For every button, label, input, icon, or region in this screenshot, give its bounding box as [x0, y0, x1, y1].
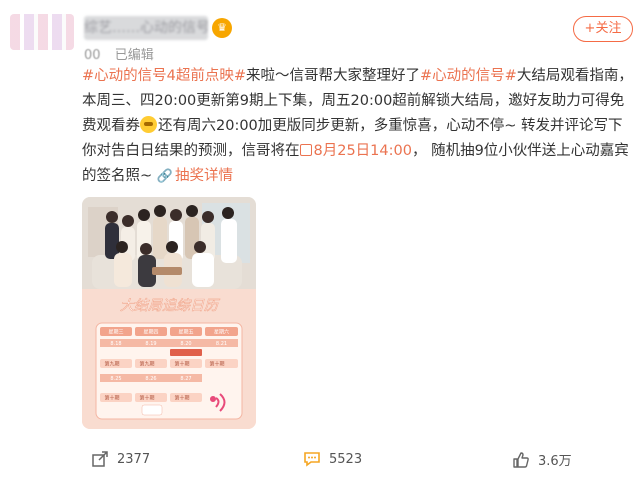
date-link-text: 8月25日14:00 — [313, 143, 412, 159]
post-image-poster[interactable]: 大结局追综日历 星期三 星期四 星期五 星期六 8.18 8.19 8.20 8… — [82, 197, 256, 429]
poster-episode: 第九期 — [139, 361, 154, 368]
link-icon: 🔗 — [156, 169, 173, 184]
sweat-smile-emoji-icon — [140, 116, 157, 133]
follow-button[interactable]: +关注 — [573, 16, 633, 42]
action-bar: 2377 5523 3.6万 — [0, 446, 640, 476]
like-button[interactable]: 3.6万 — [512, 450, 572, 469]
username[interactable]: 综艺……心动的信号 — [84, 16, 208, 40]
poster-date: 8.27 — [180, 376, 191, 382]
topic-link-2[interactable]: #心动的信号# — [420, 68, 517, 84]
post-text-part-1: 来啦～信哥帮大家整理好了 — [246, 68, 421, 84]
topic-link-1[interactable]: #心动的信号4超前点映# — [82, 68, 246, 84]
poster-weekday: 星期三 — [108, 330, 123, 336]
poster-date: 8.26 — [145, 376, 156, 382]
poster-graphic: 大结局追综日历 星期三 星期四 星期五 星期六 8.18 8.19 8.20 8… — [82, 197, 256, 429]
share-icon — [92, 451, 108, 467]
post-time[interactable]: 00 — [84, 48, 101, 63]
poster-episode: 第九期 — [104, 361, 119, 368]
poster-weekday: 星期五 — [178, 330, 193, 336]
post-meta: 00 已编辑 — [84, 44, 154, 63]
like-count: 3.6万 — [538, 454, 572, 469]
date-link[interactable]: 8月25日14:00 — [299, 143, 412, 159]
poster-episode: 第十期 — [139, 395, 154, 402]
poster-date: 8.21 — [216, 341, 227, 347]
lottery-link-text: 抽奖详情 — [174, 168, 233, 184]
poster-title: 大结局追综日历 — [120, 298, 221, 314]
poster-date: 8.25 — [110, 376, 121, 382]
comment-count: 5523 — [329, 451, 363, 467]
comment-icon — [304, 452, 320, 467]
avatar[interactable] — [10, 14, 74, 50]
poster-episode: 第十期 — [209, 361, 224, 368]
poster-weekday: 星期六 — [214, 329, 229, 336]
poster-date: 8.18 — [110, 341, 121, 347]
calendar-icon — [299, 144, 312, 156]
vip-badge-icon: ♛ — [212, 18, 232, 38]
share-button[interactable]: 2377 — [91, 450, 150, 468]
poster-episode: 第十期 — [174, 361, 189, 368]
post-text: #心动的信号4超前点映#来啦～信哥帮大家整理好了#心动的信号#大结局观看指南，本… — [82, 64, 636, 189]
thumbs-up-icon — [513, 451, 529, 468]
edited-label: 已编辑 — [114, 48, 154, 63]
poster-episode: 第十期 — [174, 395, 189, 402]
poster-date: 8.19 — [145, 341, 156, 347]
poster-episode: 第十期 — [104, 395, 119, 402]
poster-date: 8.20 — [180, 341, 191, 347]
comment-button[interactable]: 5523 — [303, 450, 362, 468]
share-count: 2377 — [117, 451, 151, 467]
lottery-link[interactable]: 🔗 抽奖详情 — [157, 168, 233, 184]
poster-weekday: 星期四 — [143, 330, 158, 336]
